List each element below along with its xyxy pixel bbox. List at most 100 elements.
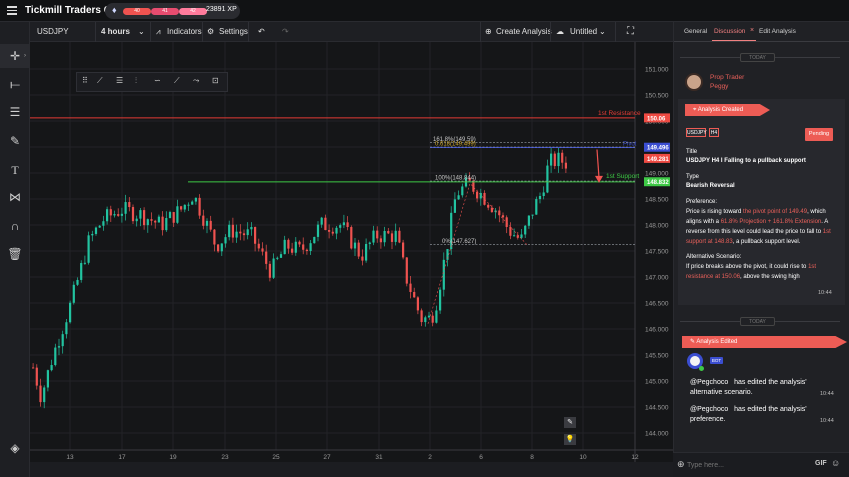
crosshair-icon[interactable]: ✛ — [7, 48, 23, 64]
candle-body — [427, 315, 431, 318]
y-tick-label: 149.000 — [645, 171, 669, 178]
cloud-icon[interactable]: ☁ — [556, 22, 564, 42]
author-name[interactable]: Peggy — [710, 83, 728, 90]
chart-canvas[interactable]: 151.000150.500150.000149.500149.000148.5… — [30, 42, 673, 462]
alt-scenario-label: Alternative Scenario: — [686, 254, 742, 260]
hamburger-menu-icon[interactable] — [7, 6, 17, 15]
candle-body — [387, 230, 390, 234]
symbol-selector[interactable]: USDJPY — [37, 22, 69, 42]
tab-edit-analysis[interactable]: Edit Analysis — [759, 28, 796, 35]
type-value: Bearish Reversal — [686, 183, 735, 189]
candle-body — [350, 227, 353, 249]
trash-icon[interactable]: 🗑 — [7, 246, 23, 262]
price-tag-label: 150.06 — [647, 116, 666, 122]
emoji-icon[interactable]: ☺ — [831, 458, 840, 468]
candle-body — [131, 207, 135, 222]
candle-body — [335, 227, 338, 234]
drag-handle-icon[interactable]: ⠿ — [82, 76, 88, 85]
candle-body — [183, 204, 186, 210]
settings-button[interactable]: Settings — [219, 22, 248, 42]
candle-body — [205, 220, 209, 226]
rectangle-icon[interactable]: ⊡ — [212, 76, 219, 85]
y-tick-label: 145.000 — [645, 379, 669, 386]
candle-body — [35, 367, 38, 386]
plus-circle-icon[interactable]: ⊕ — [677, 459, 685, 470]
plus-circle-icon[interactable]: ⊕ — [485, 22, 492, 42]
candle-body — [527, 215, 530, 226]
create-analysis-button[interactable]: Create Analysis — [496, 22, 552, 42]
brush-icon[interactable]: ✎ — [7, 133, 23, 149]
timeframe-selector[interactable]: 4 hours — [101, 22, 130, 42]
gear-icon[interactable]: ⚙ — [207, 22, 214, 42]
candle-body — [546, 165, 549, 193]
layers-icon[interactable]: ◈ — [7, 440, 23, 456]
edit-message-2: @Pegchoco has edited the analysis' prefe… — [690, 406, 807, 423]
candle-body — [357, 242, 360, 257]
tab-discussion[interactable]: Discussion — [714, 28, 745, 35]
mention-user[interactable]: @Pegchoco — [690, 379, 728, 386]
fullscreen-icon[interactable]: ⛶ — [627, 22, 634, 42]
analysis-edited-banner: ✎ Analysis Edited — [682, 336, 847, 348]
candle-body — [61, 334, 64, 347]
candle-body — [361, 256, 364, 261]
candle-body — [231, 224, 234, 238]
pattern-tool-icon[interactable]: ⋈ — [7, 189, 23, 205]
candle-body — [316, 224, 320, 237]
pitchfork-icon[interactable]: ⫶ — [135, 76, 137, 86]
message-time-2: 10:44 — [820, 391, 834, 397]
y-tick-label: 151.000 — [645, 67, 669, 74]
mention-user[interactable]: @Pegchoco — [690, 406, 728, 413]
text-tool-icon[interactable]: T — [7, 162, 23, 178]
candle-body — [239, 231, 242, 234]
today-label-2: TODAY — [740, 317, 775, 326]
online-indicator — [699, 366, 704, 371]
magnet-icon[interactable]: ∩ — [7, 218, 23, 234]
price-chart[interactable]: 151.000150.500150.000149.500149.000148.5… — [30, 42, 673, 462]
chevron-down-icon[interactable]: ⌄ — [599, 22, 606, 42]
layout-name[interactable]: Untitled — [570, 22, 597, 42]
redo-icon[interactable]: ↷ — [282, 22, 289, 42]
indicators-button[interactable]: Indicators — [167, 22, 202, 42]
candle-body — [143, 210, 146, 226]
y-tick-label: 146.000 — [645, 327, 669, 334]
undo-icon[interactable]: ↶ — [258, 22, 265, 42]
candle-body — [435, 310, 438, 323]
lightbulb-icon[interactable]: 💡 — [564, 434, 576, 445]
diamond-icon: ♦ — [112, 5, 117, 15]
tab-general[interactable]: General — [684, 28, 707, 35]
xp-counter: 23891 XP — [206, 6, 237, 13]
bot-badge: BOT — [710, 357, 723, 364]
path-icon[interactable]: ⤳ — [193, 76, 199, 86]
indicators-icon[interactable]: ⩘ — [156, 22, 161, 42]
candle-body — [291, 248, 294, 253]
candle-body — [279, 254, 283, 258]
avatar[interactable] — [685, 73, 703, 91]
expand-arrow-icon[interactable]: › — [24, 53, 26, 59]
horizontal-line-icon[interactable]: ⟝ — [7, 76, 23, 92]
chevron-down-icon[interactable]: ⌄ — [138, 22, 145, 42]
y-tick-label: 144.000 — [645, 431, 669, 438]
candle-body — [409, 283, 412, 292]
candle-body — [46, 370, 49, 388]
candle-body — [50, 365, 53, 371]
gif-button[interactable]: GIF — [815, 460, 827, 467]
curve-icon[interactable]: ∽ — [154, 76, 161, 85]
level-badge-3: 42 — [179, 8, 207, 15]
close-tab-icon[interactable]: × — [750, 27, 754, 34]
candle-body — [180, 206, 183, 210]
fib-retracement-icon[interactable]: ☰ — [7, 104, 23, 120]
candle-body — [224, 237, 227, 244]
trend-line-icon[interactable]: ⟋ — [97, 76, 103, 86]
message-input[interactable] — [687, 458, 807, 472]
ray-icon[interactable]: ⟋ — [174, 76, 180, 86]
candle-body — [191, 201, 194, 205]
candle-body — [198, 197, 201, 216]
candle-body — [394, 230, 397, 242]
symbol-tag: USDJPY — [686, 128, 707, 137]
x-tick-label: 27 — [323, 454, 331, 461]
channel-icon[interactable]: ☰ — [116, 76, 123, 85]
edit-pencil-icon[interactable]: ✎ — [564, 417, 576, 428]
candle-body — [242, 233, 246, 236]
candle-body — [128, 202, 131, 208]
candle-body — [424, 317, 427, 323]
